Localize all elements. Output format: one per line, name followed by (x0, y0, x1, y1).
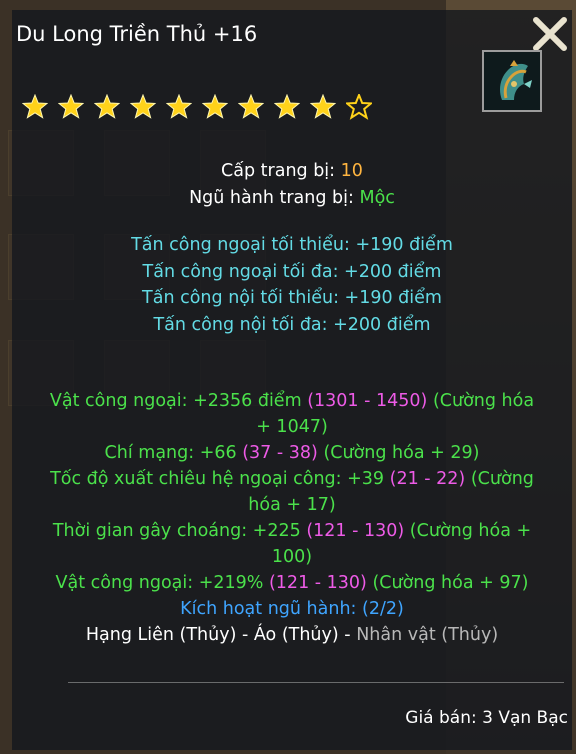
star-filled-icon (93, 93, 121, 119)
star-filled-icon (273, 93, 301, 119)
base-stat-row: Tấn công ngoại tối thiểu: +190 điểm (131, 235, 453, 255)
set-item-character: Nhân vật (Thủy) (356, 625, 499, 645)
mod-stat-row: Chí mạng: +66 (37 - 38) (Cường hóa + 29) (104, 443, 480, 463)
equip-level-row: Cấp trang bị: 10 (12, 158, 572, 185)
mod-stat-row: Thời gian gây choáng: +225 (121 - 130) (… (52, 521, 532, 567)
star-filled-icon (21, 93, 49, 119)
set-items-row: Hạng Liên (Thủy) - Áo (Thủy) - Nhân vật … (85, 625, 499, 645)
star-filled-icon (57, 93, 85, 119)
star-outline-icon (344, 92, 374, 120)
element-activation-value: (2/2) (362, 599, 404, 619)
mod-stat-row: Vật công ngoại: +219% (121 - 130) (Cường… (55, 573, 529, 593)
star-filled-icon (165, 93, 193, 119)
equip-level-value: 10 (340, 161, 363, 181)
close-icon (533, 17, 567, 51)
mod-stat-row: Tốc độ xuất chiêu hệ ngoại công: +39 (21… (50, 469, 534, 515)
item-icon[interactable] (482, 50, 542, 112)
element-activation-row: Kích hoạt ngũ hành: (2/2) (12, 596, 572, 622)
base-stat-row: Tấn công ngoại tối đa: +200 điểm (142, 261, 442, 282)
element-activation-label: Kích hoạt ngũ hành: (180, 599, 357, 619)
star-filled-icon (129, 93, 157, 119)
divider (68, 682, 564, 683)
mod-stat-row: Vật công ngoại: +2356 điểm (1301 - 1450)… (49, 391, 535, 437)
equip-element-label: Ngũ hành trang bị: (189, 187, 354, 208)
item-name: Du Long Triền Thủ +16 (16, 22, 258, 46)
star-filled-icon (201, 93, 229, 119)
equip-level-label: Cấp trang bị: (221, 161, 336, 181)
star-filled-icon (237, 93, 265, 119)
star-filled-icon (309, 93, 337, 119)
equip-element-value: Mộc (359, 187, 395, 208)
set-item-necklace: Hạng Liên (Thủy) (85, 625, 237, 645)
star-rating (21, 92, 382, 120)
sell-price: Giá bán: 3 Vạn Bạc (405, 708, 568, 728)
close-button[interactable] (530, 14, 570, 54)
base-stat-row: Tấn công nội tối thiểu: +190 điểm (142, 288, 442, 308)
item-tooltip-panel: Du Long Triền Thủ +16 Cấp trang bị: 10 N… (12, 10, 572, 750)
equip-element-row: Ngũ hành trang bị: Mộc (12, 185, 572, 212)
gauntlet-icon (500, 60, 532, 100)
base-stat-row: Tấn công nội tối đa: +200 điểm (153, 314, 431, 335)
set-item-armor: Áo (Thủy) (253, 625, 339, 645)
